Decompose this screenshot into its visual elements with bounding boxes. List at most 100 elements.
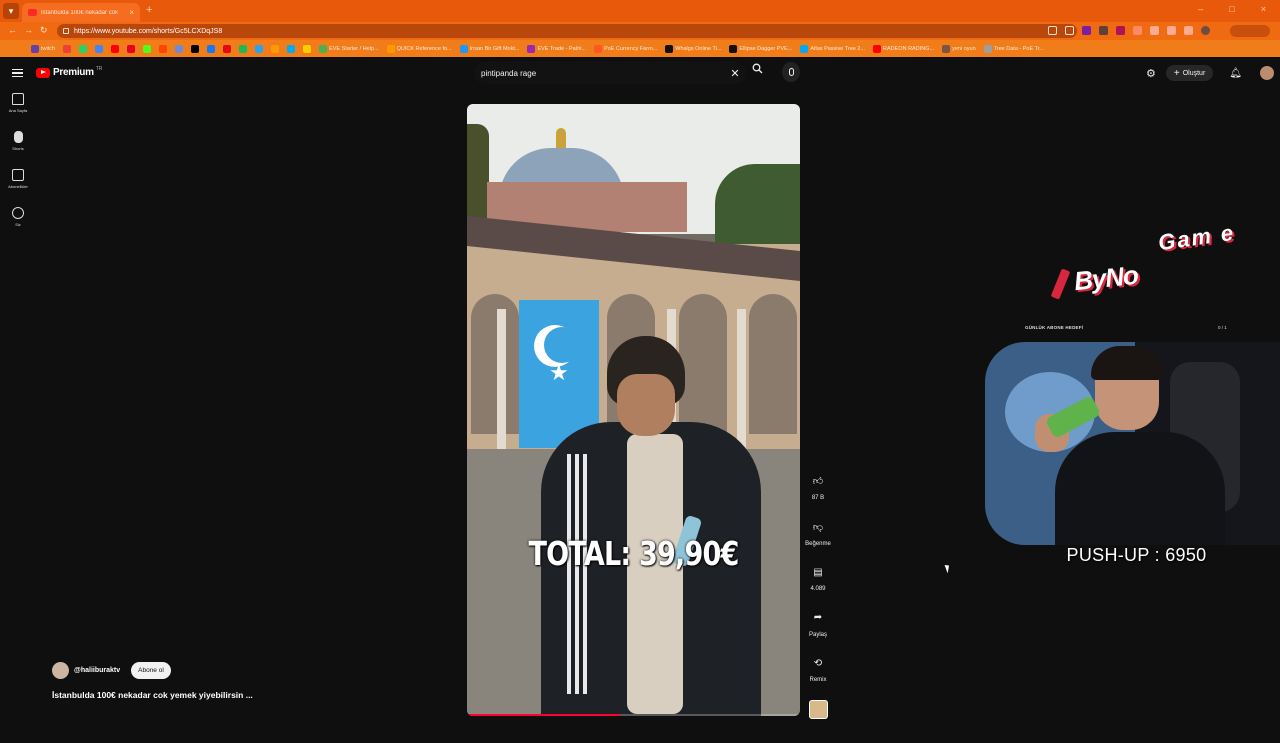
bookmark-item[interactable] <box>300 43 314 55</box>
bookmark-item[interactable] <box>140 43 154 55</box>
bookmark-item[interactable] <box>220 43 234 55</box>
bookmark-item[interactable]: RADEON RADING... <box>870 43 937 55</box>
rail-label: Abonelikler <box>8 184 28 189</box>
extension-icon[interactable] <box>1082 26 1091 35</box>
video-progress-bar[interactable] <box>467 714 800 716</box>
clear-search-icon[interactable]: ✕ <box>724 67 746 80</box>
comment-action[interactable]: ▤ 4.089 <box>804 561 832 607</box>
bookmark-item[interactable]: PoE Currency Farm... <box>591 43 660 55</box>
logo-game-text: Gam e <box>1157 220 1237 257</box>
bookmark-item[interactable]: Tree Data - PoE Tr... <box>981 43 1047 55</box>
account-avatar[interactable] <box>1260 66 1274 80</box>
bookmark-item[interactable]: Insan Bir Gift Mokt... <box>457 43 523 55</box>
remix-icon[interactable]: ⟲ <box>807 652 829 674</box>
channel-avatar[interactable] <box>52 662 69 679</box>
bookmark-favicon-icon <box>79 45 87 53</box>
bookmark-item[interactable] <box>188 43 202 55</box>
extension-icon[interactable] <box>1167 26 1176 35</box>
bookmark-label: Atlas Passive Tree 2... <box>810 46 865 52</box>
youtube-premium-logo[interactable]: Premium TR <box>36 67 102 78</box>
dislike-action[interactable]: 👎︎ Beğenme <box>804 516 832 562</box>
bookmark-item[interactable] <box>76 43 90 55</box>
bookmark-item[interactable]: EVE Starter / Help... <box>316 43 382 55</box>
rail-item-you[interactable]: Siz <box>0 207 36 245</box>
share-icon[interactable]: ➦ <box>807 607 829 629</box>
tab-close-icon[interactable]: × <box>129 8 134 17</box>
bookmark-item[interactable] <box>108 43 122 55</box>
menu-icon[interactable] <box>12 69 23 77</box>
search-input[interactable]: pintipanda rage ✕ <box>474 62 746 84</box>
studio-icon[interactable]: ⚙ <box>1146 67 1156 80</box>
extension-icon[interactable] <box>1116 26 1125 35</box>
extension-icon[interactable] <box>1184 26 1193 35</box>
bookmark-item[interactable]: twitch <box>28 43 58 55</box>
like-icon[interactable]: 👍︎ <box>807 470 829 492</box>
comment-icon[interactable]: ▤ <box>807 561 829 583</box>
like-action[interactable]: 👍︎ 87 B <box>804 470 832 516</box>
bookmark-item[interactable]: Ellipse Dagger PVE... <box>726 43 795 55</box>
back-icon[interactable]: ← <box>8 25 17 35</box>
remix-action[interactable]: ⟲ Remix <box>804 652 832 698</box>
bookmark-item[interactable] <box>268 43 282 55</box>
bookmark-item[interactable] <box>252 43 266 55</box>
bookmark-favicon-icon <box>159 45 167 53</box>
bookmark-label: yeni oyun <box>952 46 976 52</box>
bookmark-item[interactable]: yeni oyun <box>939 43 979 55</box>
bookmark-item[interactable] <box>124 43 138 55</box>
extension-icon[interactable] <box>1150 26 1159 35</box>
like-count: 87 B <box>812 495 824 501</box>
webcam-hair <box>1091 346 1163 380</box>
browser-tab-active[interactable]: İstanbulda 100€ nekadar cok × <box>22 3 140 22</box>
channel-name[interactable]: @haliiburaktv <box>74 667 120 674</box>
minimize-icon[interactable]: – <box>1198 4 1203 14</box>
bookmark-favicon-icon <box>207 45 215 53</box>
search-button[interactable] <box>748 63 766 81</box>
bookmark-label: Ellipse Dagger PVE... <box>739 46 792 52</box>
extension-icon[interactable] <box>1133 26 1142 35</box>
share-action[interactable]: ➦ Paylaş <box>804 607 832 653</box>
share-page-icon[interactable] <box>1048 26 1057 35</box>
voice-search-button[interactable] <box>782 62 800 82</box>
maximize-icon[interactable]: □ <box>1229 4 1234 14</box>
profile-menu-button[interactable] <box>1230 25 1270 37</box>
bookmark-item[interactable] <box>236 43 250 55</box>
bookmark-favicon-icon <box>527 45 535 53</box>
subscribe-button[interactable]: Abone ol <box>131 662 171 679</box>
sound-thumbnail[interactable] <box>809 700 828 719</box>
bookmark-item[interactable] <box>172 43 186 55</box>
bookmark-item[interactable]: Atlas Passive Tree 2... <box>797 43 868 55</box>
short-title[interactable]: İstanbulda 100€ nekadar cok yemek yiyebi… <box>52 690 253 700</box>
bookmark-item[interactable]: EVE Trade - Pathi... <box>524 43 589 55</box>
bookmark-item[interactable]: QUICK Reference fo... <box>384 43 455 55</box>
new-tab-button[interactable]: + <box>146 4 152 16</box>
rail-label: Ana Sayfa <box>9 108 27 113</box>
channel-row: @haliiburaktv Abone ol <box>52 662 171 679</box>
sound-action[interactable] <box>804 698 832 743</box>
rail-item-subscriptions[interactable]: Abonelikler <box>0 169 36 207</box>
bookmark-star-icon[interactable] <box>1065 26 1074 35</box>
dislike-icon[interactable]: 👎︎ <box>807 516 829 538</box>
url-field[interactable]: https://www.youtube.com/shorts/Gc5LCXDqJ… <box>57 24 1077 38</box>
video-overlay-text: TOTAL: 39,90€ <box>497 534 770 573</box>
rail-item-shorts[interactable]: Shorts <box>0 131 36 169</box>
create-button[interactable]: + Oluştur <box>1166 65 1213 81</box>
youtube-logo-icon <box>36 68 50 78</box>
tab-list-button[interactable]: ▾ <box>3 3 19 19</box>
extension-icon[interactable] <box>1099 26 1108 35</box>
short-video-player[interactable]: ★ TOTAL: 39,90€ <box>467 104 800 716</box>
bookmark-favicon-icon <box>255 45 263 53</box>
bookmark-item[interactable] <box>92 43 106 55</box>
notifications-bell-icon[interactable]: 🔔︎ <box>1229 68 1242 79</box>
bookmark-item[interactable] <box>204 43 218 55</box>
rail-item-home[interactable]: Ana Sayfa <box>0 93 36 131</box>
bookmark-item[interactable] <box>60 43 74 55</box>
pushup-counter: PUSH-UP : 6950 <box>985 545 1280 566</box>
reload-icon[interactable]: ↻ <box>40 25 48 36</box>
profile-avatar-icon[interactable] <box>1201 26 1210 35</box>
bookmark-item[interactable]: Whalgs Online Ti... <box>662 43 724 55</box>
forward-icon[interactable]: → <box>24 25 33 35</box>
close-window-icon[interactable]: × <box>1261 4 1266 14</box>
bookmark-item[interactable] <box>156 43 170 55</box>
bookmark-item[interactable] <box>284 43 298 55</box>
video-scene-column <box>497 309 506 449</box>
